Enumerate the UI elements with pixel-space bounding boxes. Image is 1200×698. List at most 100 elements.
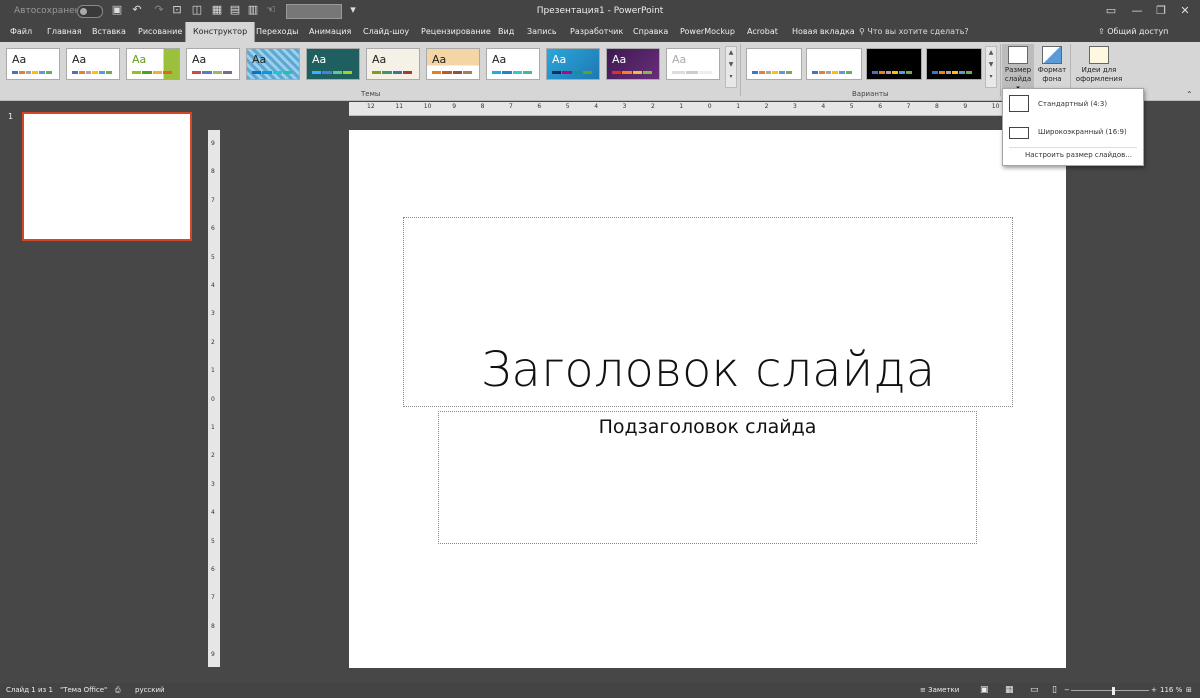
ruler-tick: 4 [821,103,826,110]
ruler-tick: 1 [211,424,215,431]
theme-ion-boardroom[interactable]: Aa [306,48,360,80]
zoom-in-icon[interactable]: + [1151,683,1157,698]
tab-design[interactable]: Конструктор [185,22,256,42]
tab-view[interactable]: Вид [498,22,514,42]
window-title: Презентация1 - PowerPoint [536,6,664,16]
slide-canvas[interactable]: Заголовок слайда Подзаголовок слайда [349,130,1066,668]
tab-home[interactable]: Главная [47,22,82,42]
fit-slide-icon[interactable]: ⊞ [1186,683,1192,698]
ruler-tick: 2 [764,103,769,110]
tab-draw[interactable]: Рисование [138,22,182,42]
tab-transitions[interactable]: Переходы [256,22,298,42]
variant-3[interactable] [866,48,922,80]
theme-retrospect[interactable]: Aa [426,48,480,80]
tab-acrobat[interactable]: Acrobat [747,22,778,42]
slideshow-icon[interactable]: ▯ [1052,683,1057,698]
tell-me-search[interactable]: ⚲ Что вы хотите сделать? [859,22,969,42]
vertical-scrollbar[interactable] [1186,101,1200,683]
custom-size-option[interactable]: Настроить размер слайдов... [1003,149,1143,163]
horizontal-ruler: 1211109876543210123456789101112 [349,102,1066,116]
ruler-tick: 6 [211,225,215,233]
theme-2[interactable]: Aa [66,48,120,80]
normal-view-icon[interactable]: ▣ [980,683,989,698]
tab-new[interactable]: Новая вкладка [792,22,855,42]
slide-number: 1 [8,112,14,121]
variants-gallery-scroll[interactable]: ▲ ▼ ▾ [985,46,997,88]
slide-sorter-icon[interactable]: ▦ [1005,683,1014,698]
widescreen-size-option[interactable]: Широкоэкранный (16:9) [1003,119,1143,147]
standard-size-option[interactable]: Стандартный (4:3) [1003,89,1143,119]
format-background-icon [1042,46,1062,64]
tab-insert[interactable]: Вставка [92,22,126,42]
ruler-tick: 11 [395,103,404,110]
tab-help[interactable]: Справка [633,22,668,42]
tab-record[interactable]: Запись [527,22,557,42]
reading-view-icon[interactable]: ▭ [1030,683,1039,698]
ruler-tick: 1 [211,367,215,375]
ruler-tick: 5 [211,253,215,261]
ruler-tick: 0 [707,103,712,110]
ruler-tick: 6 [537,103,542,110]
variant-4[interactable] [926,48,982,80]
theme-integral[interactable]: Aa [186,48,240,80]
theme-slice[interactable]: Aa [546,48,600,80]
language-indicator[interactable]: русский [135,683,165,698]
variants-group-label: Варианты [852,90,889,98]
zoom-level[interactable]: 116 % [1160,683,1182,698]
minimize-icon[interactable]: — [1124,0,1150,22]
subtitle-placeholder[interactable]: Подзаголовок слайда [438,411,977,544]
slide-thumbnail[interactable] [22,112,192,241]
theme-vapor-trail[interactable]: Aa [606,48,660,80]
ruler-tick: 2 [211,452,215,460]
zoom-slider-thumb[interactable] [1112,687,1115,695]
tab-file[interactable]: Файл [10,22,32,42]
ruler-tick: 7 [211,594,215,602]
slide-subtitle[interactable]: Подзаголовок слайда [439,416,976,438]
ruler-tick: 8 [211,168,215,176]
status-bar: Слайд 1 из 1 "Тема Office" ⎙ русский ≡ З… [0,683,1200,698]
theme-organic[interactable]: Aa [366,48,420,80]
share-button[interactable]: ⇪ Общий доступ [1098,22,1168,42]
spellcheck-icon[interactable]: ⎙ [115,683,121,698]
tab-animations[interactable]: Анимация [309,22,351,42]
design-ideas-icon [1089,46,1109,64]
variant-1[interactable] [746,48,802,80]
ruler-tick: 0 [211,395,215,403]
tab-developer[interactable]: Разработчик [570,22,623,42]
ribbon-display-icon[interactable]: ▭ [1098,0,1124,22]
slide-counter: Слайд 1 из 1 [6,686,53,694]
close-icon[interactable]: ✕ [1172,0,1198,22]
design-ideas-button[interactable]: Идеи для оформления [1074,44,1124,94]
collapse-ribbon-icon[interactable]: ⌃ [1186,90,1193,99]
format-background-button[interactable]: Формат фона [1036,44,1068,94]
ruler-tick: 4 [211,282,215,289]
ruler-tick: 9 [963,103,968,110]
variant-2[interactable] [806,48,862,80]
tab-powermockup[interactable]: PowerMockup [680,22,735,42]
themes-gallery-scroll[interactable]: ▲ ▼ ▾ [725,46,737,88]
slide-size-button[interactable]: Размер слайда ▾ [1002,44,1034,94]
ruler-tick: 10 [991,103,1000,110]
theme-office[interactable]: Aa [6,48,60,80]
ruler-tick: 5 [849,103,854,110]
title-placeholder[interactable]: Заголовок слайда [403,217,1013,407]
theme-ion[interactable]: Aa [246,48,300,80]
zoom-slider[interactable] [1071,690,1149,691]
ruler-tick: 8 [211,622,215,630]
tab-review[interactable]: Рецензирование [421,22,491,42]
ruler-tick: 8 [935,103,939,110]
slide-title[interactable]: Заголовок слайда [404,342,1012,398]
ruler-tick: 8 [480,103,485,110]
ruler-tick: 2 [211,338,215,346]
notes-button[interactable]: ≡ Заметки [920,683,959,698]
theme-savon[interactable]: Aa [486,48,540,80]
zoom-out-icon[interactable]: − [1064,683,1070,698]
ruler-tick: 12 [367,103,375,110]
theme-wisp[interactable]: Aa [666,48,720,80]
tab-slideshow[interactable]: Слайд-шоу [363,22,409,42]
ruler-tick: 7 [211,196,215,204]
theme-facet[interactable]: Aa [126,48,180,80]
standard-ratio-icon [1009,95,1029,112]
share-icon: ⇪ [1098,27,1108,36]
restore-icon[interactable]: ❐ [1148,0,1174,22]
